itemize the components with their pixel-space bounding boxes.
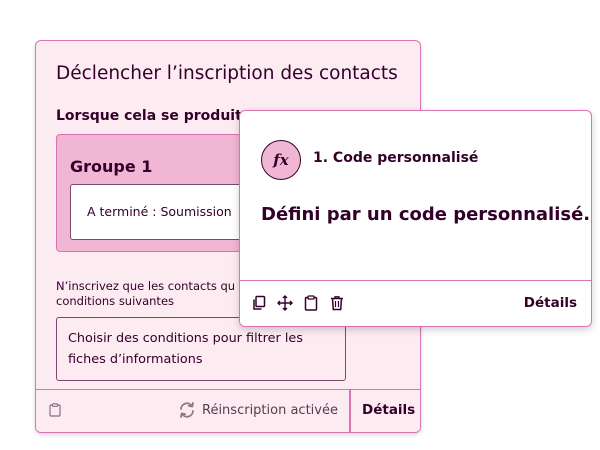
function-badge-label: fx	[273, 151, 289, 169]
action-card-footer: Détails	[240, 280, 591, 326]
group-title: Groupe 1	[70, 157, 153, 176]
trigger-card-title: Déclencher l’inscription des contacts	[56, 63, 398, 84]
choose-conditions-label: Choisir des conditions pour filtrer les …	[68, 331, 303, 367]
reenrollment-label: Réinscription activée	[202, 402, 338, 418]
action-description: Défini par un code personnalisé.	[261, 204, 591, 225]
footer-divider	[349, 390, 351, 432]
move-icon[interactable]	[277, 295, 293, 311]
clipboard-icon[interactable]	[49, 403, 61, 417]
copy-icon[interactable]	[251, 295, 267, 311]
action-title: 1. Code personnalisé	[313, 150, 479, 166]
action-details-button[interactable]: Détails	[524, 295, 577, 311]
function-icon: fx	[261, 140, 301, 180]
trigger-details-button[interactable]: Détails	[362, 402, 415, 418]
refresh-icon	[180, 402, 194, 418]
trigger-card-footer: Réinscription activée Détails	[36, 389, 420, 432]
group-criteria-text: A terminé : Soumission	[87, 204, 232, 219]
clipboard-icon[interactable]	[303, 295, 319, 311]
custom-code-action-card[interactable]: fx 1. Code personnalisé Défini par un co…	[239, 110, 592, 327]
reenrollment-status[interactable]: Réinscription activée	[178, 401, 338, 419]
trigger-when-label: Lorsque cela se produit	[56, 108, 242, 124]
trash-icon[interactable]	[329, 295, 345, 311]
